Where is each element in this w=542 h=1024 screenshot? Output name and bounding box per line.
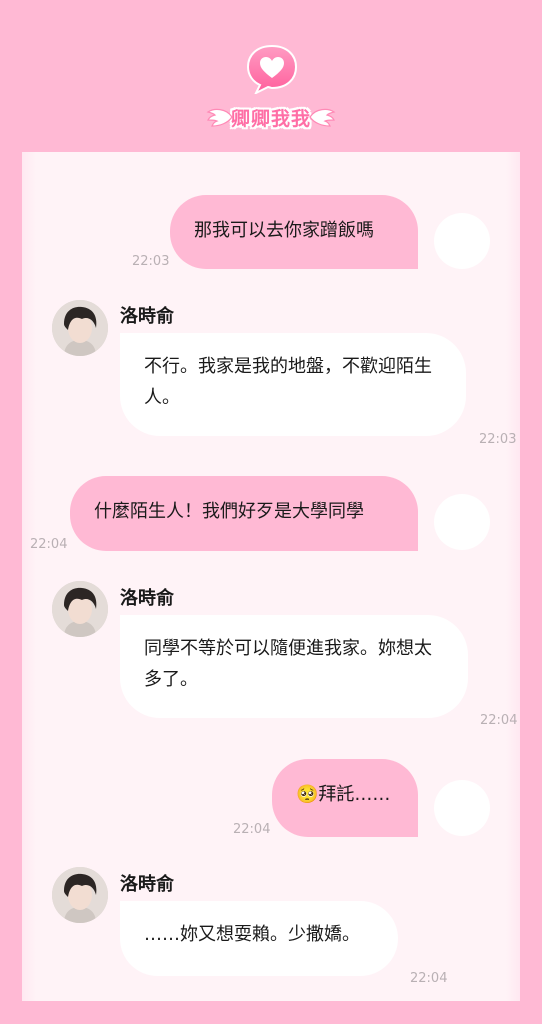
message-text: 那我可以去你家蹭飯嗎 <box>194 220 374 241</box>
my-avatar[interactable] <box>434 780 490 836</box>
sender-name: 洛時俞 <box>120 588 174 609</box>
portrait-image <box>52 867 108 923</box>
contact-avatar[interactable] <box>52 300 108 356</box>
my-message-bubble[interactable]: 🥺拜託…… <box>272 759 418 837</box>
message-time: 22:04 <box>480 713 518 728</box>
my-avatar[interactable] <box>434 494 490 550</box>
message-time: 22:04 <box>410 971 448 986</box>
message-text: ……妳又想耍賴。少撒嬌。 <box>144 924 360 945</box>
my-message-bubble[interactable]: 什麼陌生人！我們好歹是大學同學 <box>70 476 418 551</box>
app-logo-text: 卿卿我我 <box>230 107 311 130</box>
contact-avatar[interactable] <box>52 867 108 923</box>
wing-icon <box>309 108 336 127</box>
message-text: 什麼陌生人！我們好歹是大學同學 <box>94 501 364 522</box>
message-text: 不行。我家是我的地盤，不歡迎陌生人。 <box>144 356 432 408</box>
message-time: 22:04 <box>233 822 271 837</box>
portrait-image <box>52 300 108 356</box>
message-text: 同學不等於可以隨便進我家。妳想太多了。 <box>144 638 432 690</box>
heart-chat-icon <box>246 44 298 94</box>
message-time: 22:03 <box>479 432 517 447</box>
contact-message-bubble[interactable]: ……妳又想耍賴。少撒嬌。 <box>120 901 398 976</box>
my-avatar[interactable] <box>434 213 490 269</box>
app-header: 卿卿我我 <box>0 0 542 150</box>
chat-panel[interactable]: 那我可以去你家蹭飯嗎 22:03 洛時俞 不行。我家是我的地盤，不歡迎陌生人。 … <box>22 152 520 1001</box>
portrait-image <box>52 581 108 637</box>
sender-name: 洛時俞 <box>120 306 174 327</box>
message-time: 22:04 <box>30 537 68 552</box>
message-text: 🥺拜託…… <box>296 784 391 805</box>
contact-avatar[interactable] <box>52 581 108 637</box>
app-logo: 卿卿我我 <box>206 100 336 134</box>
contact-message-bubble[interactable]: 不行。我家是我的地盤，不歡迎陌生人。 <box>120 333 466 436</box>
wing-icon <box>206 108 233 127</box>
contact-message-bubble[interactable]: 同學不等於可以隨便進我家。妳想太多了。 <box>120 615 468 718</box>
my-message-bubble[interactable]: 那我可以去你家蹭飯嗎 <box>170 195 418 269</box>
sender-name: 洛時俞 <box>120 874 174 895</box>
message-time: 22:03 <box>132 254 170 269</box>
